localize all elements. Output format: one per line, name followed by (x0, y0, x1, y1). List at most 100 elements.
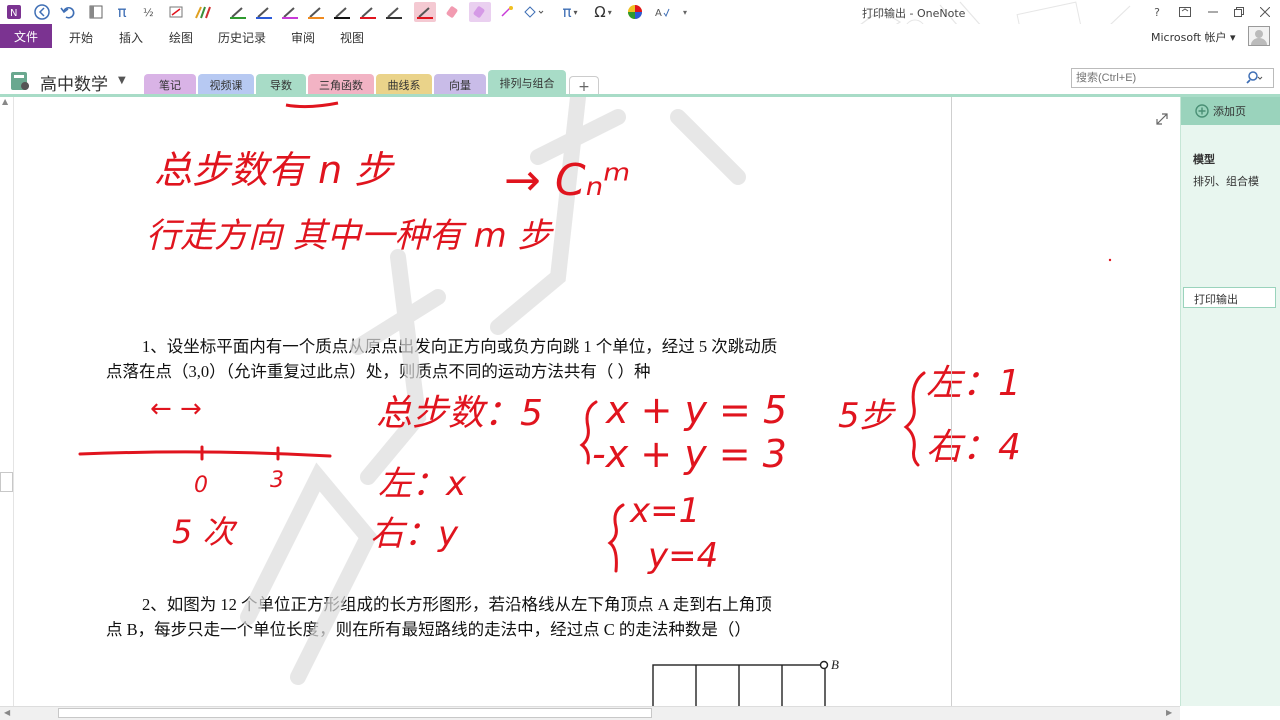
draw-tools-icon[interactable] (166, 2, 186, 22)
scroll-thumb[interactable] (0, 472, 13, 492)
tab-home[interactable]: 开始 (69, 29, 93, 46)
highlighter-purple-icon[interactable] (469, 2, 491, 22)
add-page-button[interactable]: 添加页 (1181, 97, 1280, 125)
shapes-dropdown-icon[interactable] (521, 2, 547, 22)
ink-total-five: 总步数：5 (376, 393, 543, 434)
section-tab-label: 向量 (449, 79, 471, 92)
ink-solution-x: x=1 (629, 491, 700, 531)
equation-icon[interactable]: π (112, 2, 132, 22)
ink-axis-three: 3 (270, 468, 284, 493)
section-tab-trig[interactable]: 三角函数 (308, 74, 374, 96)
ink-layer: 总步数有 n 步 行走方向 其中一种有 m 步 → Cₙᵐ ← → 0 3 5 … (78, 97, 1112, 706)
ink-left-x: 左：x (378, 464, 467, 504)
ink-combination-result: → Cₙᵐ (504, 155, 631, 206)
section-tab-label: 导数 (270, 79, 292, 92)
account-label: Microsoft 帐户 (1151, 31, 1227, 44)
scroll-right-icon[interactable]: ▶ (1166, 708, 1172, 717)
ink-total-steps-n: 总步数有 n 步 (154, 148, 395, 192)
scroll-left-icon[interactable]: ◀ (4, 708, 10, 717)
section-tab-label: 曲线系 (387, 79, 421, 92)
grid-point-b-label: B (831, 657, 839, 672)
ink-solution-y: y=4 (647, 536, 718, 576)
search-icon[interactable] (1246, 70, 1264, 86)
restore-icon[interactable] (1228, 2, 1250, 22)
pen-orange-icon[interactable] (305, 2, 327, 22)
tab-view[interactable]: 视图 (340, 29, 364, 46)
pens-icon[interactable] (192, 2, 214, 22)
file-tab[interactable]: 文件 (0, 24, 52, 48)
svg-text:A: A (655, 8, 662, 19)
account-menu[interactable]: Microsoft 帐户 ▾ (1151, 29, 1236, 45)
ink-five-steps: 5步 (838, 396, 897, 436)
ribbon-display-icon[interactable] (1174, 2, 1196, 22)
pen-magenta-icon[interactable] (279, 2, 301, 22)
pen-green-icon[interactable] (227, 2, 249, 22)
back-icon[interactable] (32, 2, 52, 22)
section-tab-derivatives[interactable]: 导数 (256, 74, 306, 96)
section-tab-permutations[interactable]: 排列与组合 (488, 70, 566, 96)
pen-dark-icon[interactable] (383, 2, 405, 22)
ribbon: 文件 开始 插入 绘图 历史记录 审阅 视图 Microsoft 帐户 ▾ (0, 24, 1280, 48)
section-tab-vectors[interactable]: 向量 (434, 74, 486, 96)
page-item-permutation-model[interactable]: 排列、组合模 (1193, 173, 1259, 189)
section-tab-notes[interactable]: 笔记 (144, 74, 196, 96)
section-tab-label: 视频课 (209, 79, 243, 92)
notebook-name[interactable]: 高中数学 (40, 70, 108, 95)
onenote-logo-icon[interactable]: N (4, 2, 24, 22)
section-tab-label: 笔记 (159, 79, 181, 92)
minimize-icon[interactable] (1202, 2, 1224, 22)
ink-equation-2: -x + y = 3 (592, 432, 787, 476)
pen-red-selected-icon[interactable] (414, 2, 436, 22)
section-tab-curves[interactable]: 曲线系 (376, 74, 432, 96)
page-canvas[interactable]: 1、设坐标平面内有一个质点从原点出发向正方向或负方向跳 1 个单位，经过 5 次… (18, 97, 1180, 706)
pen-black-icon[interactable] (331, 2, 353, 22)
pen-red-icon[interactable] (357, 2, 379, 22)
add-page-label: 添加页 (1213, 105, 1246, 118)
page-width-divider (951, 97, 952, 706)
section-tab-label: 排列与组合 (499, 77, 555, 90)
dock-icon[interactable] (86, 2, 106, 22)
close-icon[interactable] (1254, 2, 1276, 22)
ink-left-one: 左：1 (926, 363, 1021, 404)
tab-draw[interactable]: 绘图 (169, 29, 193, 46)
avatar[interactable] (1248, 26, 1270, 46)
page-left-scrollbar[interactable]: ▲ (0, 97, 14, 706)
ink-five-times: 5 次 (172, 513, 238, 551)
horizontal-scroll-thumb[interactable] (58, 708, 652, 718)
pen-blue-icon[interactable] (253, 2, 275, 22)
ink-dot (1108, 258, 1112, 262)
page-item-model[interactable]: 模型 (1193, 151, 1215, 167)
color-wheel-icon[interactable] (625, 2, 645, 22)
page-item-print-output[interactable]: 打印输出 (1183, 287, 1276, 308)
expand-icon[interactable] (1155, 112, 1169, 126)
lasso-select-icon[interactable] (497, 2, 519, 22)
spell-check-icon[interactable]: A (652, 2, 672, 22)
ink-brace-3 (903, 371, 926, 467)
search-input[interactable] (1071, 68, 1274, 88)
customize-toolbar-icon[interactable]: ▾ (678, 2, 692, 22)
ink-brace-2 (607, 503, 625, 573)
section-tab-label: 三角函数 (319, 79, 363, 92)
svg-text:½: ½ (143, 6, 154, 19)
notebook-dropdown-icon[interactable]: ▼ (118, 75, 126, 86)
grid-figure (652, 660, 829, 706)
section-tab-videos[interactable]: 视频课 (198, 74, 254, 96)
highlighter-pink-icon[interactable] (442, 2, 464, 22)
ink-axis-zero: 0 (194, 473, 208, 498)
page-list-pane: 添加页 模型 排列、组合模 打印输出 (1180, 97, 1280, 706)
ink-one-direction-m: 行走方向 其中一种有 m 步 (146, 216, 555, 256)
undo-icon[interactable] (58, 2, 78, 22)
add-section-button[interactable]: + (569, 76, 599, 96)
svg-text:N: N (10, 8, 17, 19)
ink-to-math-icon[interactable]: ½ (140, 2, 160, 22)
tab-history[interactable]: 历史记录 (218, 29, 266, 46)
pi-dropdown-icon[interactable]: π ▾ (556, 2, 584, 22)
symbol-dropdown-icon[interactable]: Ω ▾ (588, 2, 618, 22)
tab-review[interactable]: 审阅 (291, 29, 315, 46)
tab-insert[interactable]: 插入 (119, 29, 143, 46)
add-page-icon (1195, 104, 1209, 118)
ink-number-line (78, 450, 332, 458)
help-button[interactable]: ? (1146, 2, 1168, 22)
scroll-up-icon[interactable]: ▲ (2, 97, 8, 106)
notebook-icon[interactable] (9, 70, 33, 92)
